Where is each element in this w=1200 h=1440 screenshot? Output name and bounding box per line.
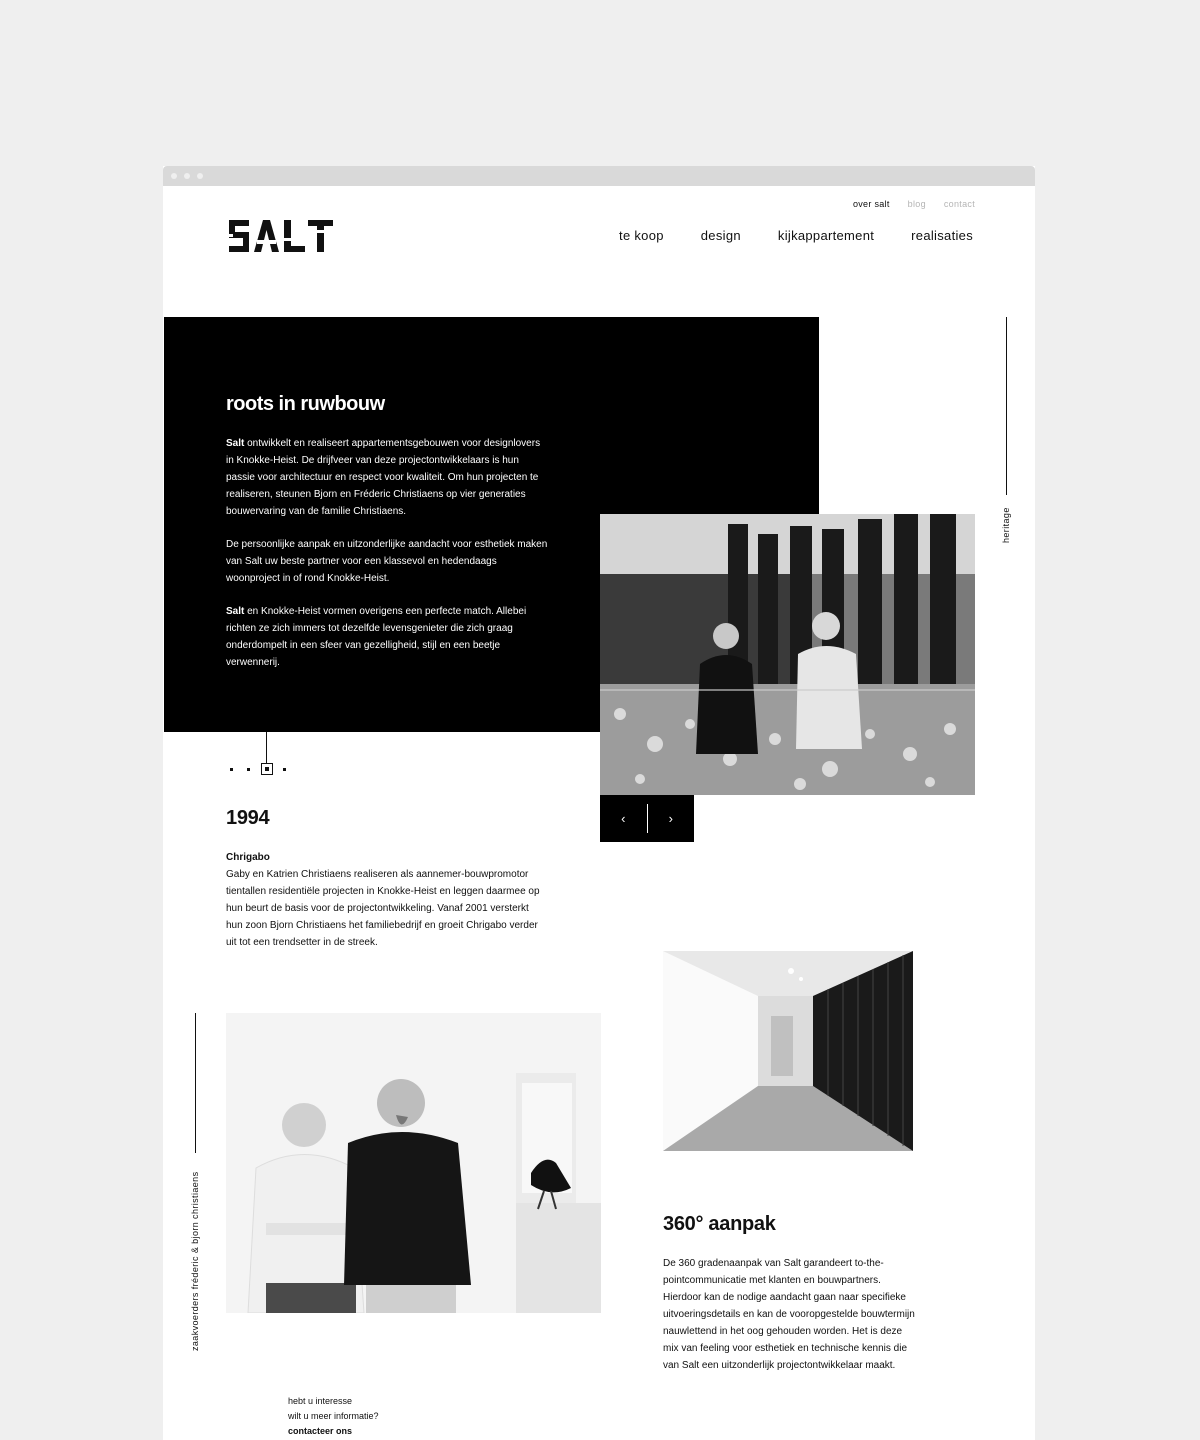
- timeline-connector: [266, 732, 267, 763]
- window-dot-icon: [184, 173, 190, 179]
- hero-paragraph-3-text: en Knokke-Heist vormen overigens een per…: [226, 606, 527, 668]
- nav-kijkappartement[interactable]: kijkappartement: [778, 228, 874, 243]
- timeline-nav: [230, 763, 290, 775]
- hero-paragraph-2: De persoonlijke aanpak en uitzonderlijke…: [226, 539, 548, 584]
- heritage-label: heritage: [1001, 507, 1011, 543]
- main-nav: te koop design kijkappartement realisati…: [619, 228, 973, 243]
- window-dot-icon: [197, 173, 203, 179]
- chevron-right-icon: ›: [668, 811, 673, 826]
- salt-logo[interactable]: [227, 218, 335, 254]
- founders-divider: [195, 1013, 196, 1153]
- timeline-dot[interactable]: [283, 768, 286, 771]
- hero-paragraph-1: Salt ontwikkelt en realiseert appartemen…: [226, 435, 548, 520]
- timeline-entry-title: Chrigabo: [226, 852, 270, 863]
- contact-cta: hebt u interesse wilt u meer informatie?…: [288, 1394, 379, 1439]
- nav-blog[interactable]: blog: [908, 199, 926, 209]
- nav-contact[interactable]: contact: [944, 199, 975, 209]
- heritage-divider: [1006, 317, 1007, 495]
- timeline-dot[interactable]: [247, 768, 250, 771]
- brand-name: Salt: [226, 606, 245, 617]
- hero-paragraph-3: Salt en Knokke-Heist vormen overigens ee…: [226, 603, 548, 671]
- nav-design[interactable]: design: [701, 228, 741, 243]
- browser-window: over salt blog contact te koop design ki…: [163, 166, 1035, 1440]
- nav-realisaties[interactable]: realisaties: [911, 228, 973, 243]
- founders-portrait-photo: [226, 1013, 601, 1313]
- hallway-photo: [663, 951, 913, 1151]
- founders-label: zaakvoerders fréderic & bjorn christiaen…: [190, 1171, 200, 1351]
- contact-link[interactable]: contacteer ons: [288, 1424, 379, 1439]
- timeline-entry-text: Gaby en Katrien Christiaens realiseren a…: [226, 869, 540, 948]
- slider-next-button[interactable]: ›: [648, 795, 695, 842]
- chevron-left-icon: ‹: [621, 811, 626, 826]
- slider-prev-button[interactable]: ‹: [600, 795, 647, 842]
- hero-paragraph-1-text: ontwikkelt en realiseert appartementsgeb…: [226, 438, 541, 517]
- browser-chrome: [163, 166, 1035, 186]
- timeline-year: 1994: [226, 807, 270, 829]
- nav-over-salt[interactable]: over salt: [853, 199, 890, 209]
- founders-balcony-photo: [600, 514, 975, 795]
- window-dot-icon: [171, 173, 177, 179]
- nav-te-koop[interactable]: te koop: [619, 228, 664, 243]
- cta-line-1: hebt u interesse: [288, 1396, 353, 1406]
- timeline-dot[interactable]: [230, 768, 233, 771]
- timeline-dot-active[interactable]: [261, 763, 273, 775]
- brand-name: Salt: [226, 438, 245, 449]
- approach-title: 360° aanpak: [663, 1213, 776, 1235]
- utility-nav: over salt blog contact: [853, 199, 975, 209]
- cta-line-2: wilt u meer informatie?: [288, 1411, 379, 1421]
- hero-title: roots in ruwbouw: [226, 393, 385, 415]
- slider-controls: ‹ ›: [600, 795, 694, 842]
- approach-text: De 360 gradenaanpak van Salt garandeert …: [663, 1258, 915, 1371]
